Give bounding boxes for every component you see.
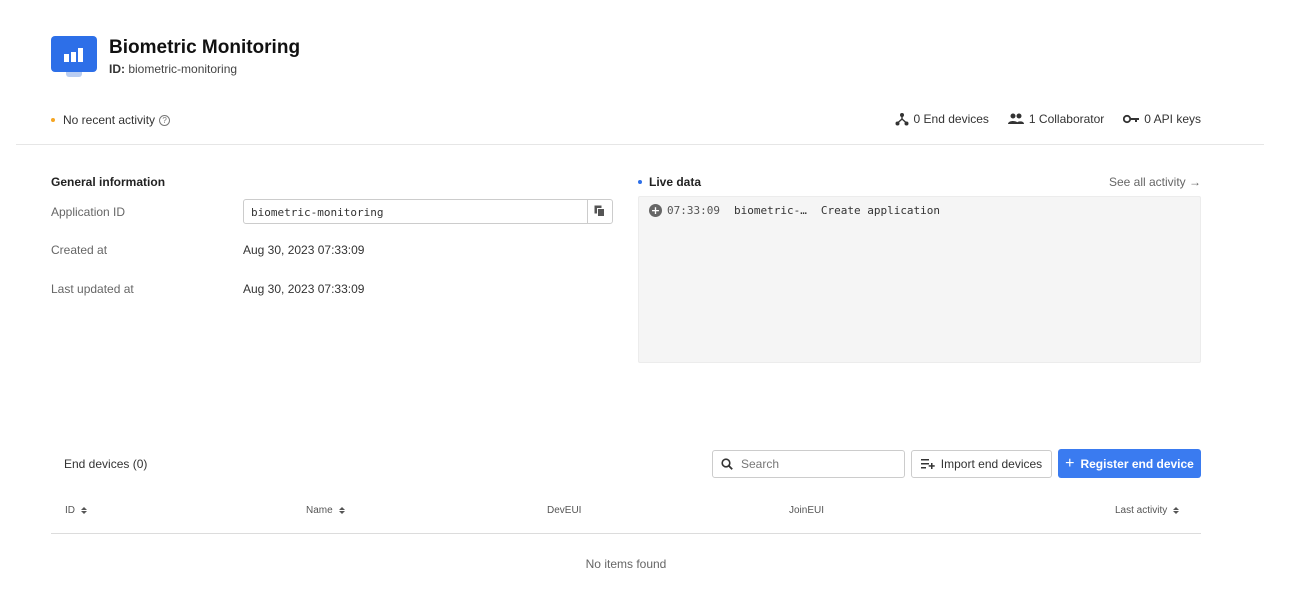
app-id: ID: biometric-monitoring: [109, 62, 300, 76]
event-time: 07:33:09: [667, 204, 720, 217]
live-data-label: Live data: [649, 175, 702, 189]
app-id-field-value[interactable]: biometric-monitoring: [244, 200, 587, 223]
key-icon: [1123, 114, 1140, 124]
live-data-title: Live data: [638, 175, 701, 189]
search-input[interactable]: [741, 457, 891, 471]
copy-icon: [594, 205, 605, 217]
app-header: Biometric Monitoring ID: biometric-monit…: [51, 36, 300, 80]
register-end-device-button[interactable]: + Register end device: [1058, 449, 1201, 478]
search-icon: [721, 458, 733, 470]
event-row[interactable]: + 07:33:09 biometric-… Create applicatio…: [649, 204, 940, 217]
general-info-title: General information: [51, 175, 166, 189]
import-label: Import end devices: [940, 457, 1043, 471]
created-at-label: Created at: [51, 243, 108, 257]
application-icon: [51, 36, 97, 78]
live-data-panel: + 07:33:09 biometric-… Create applicatio…: [638, 196, 1201, 363]
devices-icon: [895, 113, 909, 126]
sort-icon: [338, 507, 345, 514]
activity-status: No recent activity ?: [51, 113, 171, 127]
copy-button[interactable]: [587, 200, 612, 223]
column-header-name[interactable]: Name: [306, 505, 345, 516]
app-id-value: biometric-monitoring: [128, 62, 238, 76]
activity-text: No recent activity: [63, 113, 156, 127]
app-id-label: ID:: [109, 62, 125, 76]
api-keys-count: 0 API keys: [1144, 112, 1201, 126]
empty-state: No items found: [585, 557, 667, 571]
sort-icon: [1173, 507, 1180, 514]
activity-dot-icon: [51, 118, 55, 122]
sort-icon: [81, 507, 87, 514]
column-header-id[interactable]: ID: [65, 505, 87, 516]
event-action: Create application: [820, 204, 941, 217]
page-title: Biometric Monitoring: [109, 37, 301, 58]
column-header-deveui: DevEUI: [547, 505, 582, 516]
end-devices-title: End devices (0): [64, 457, 148, 471]
collaborators-link[interactable]: 1 Collaborator: [1007, 112, 1105, 126]
app-id-field-label: Application ID: [51, 205, 126, 219]
people-icon: [1007, 113, 1024, 124]
app-stats: 0 End devices 1 Collaborator 0 API keys: [895, 112, 1201, 126]
import-end-devices-button[interactable]: Import end devices: [911, 450, 1052, 478]
api-keys-link[interactable]: 0 API keys: [1123, 112, 1201, 126]
end-devices-link[interactable]: 0 End devices: [895, 112, 989, 126]
help-icon[interactable]: ?: [159, 114, 171, 126]
see-all-activity-link[interactable]: See all activity →: [1109, 175, 1201, 189]
column-header-joineui: JoinEUI: [789, 505, 825, 516]
register-label: Register end device: [1080, 456, 1194, 471]
live-dot-icon: [638, 180, 642, 184]
table-divider: [51, 533, 1201, 534]
plus-icon: +: [1065, 454, 1075, 472]
updated-at-value: Aug 30, 2023 07:33:09: [243, 282, 365, 296]
end-devices-count: 0 End devices: [913, 112, 989, 126]
updated-at-label: Last updated at: [51, 282, 134, 296]
search-box[interactable]: [712, 450, 905, 478]
playlist-add-icon: [920, 459, 935, 469]
collaborators-count: 1 Collaborator: [1028, 112, 1105, 126]
column-header-last-activity[interactable]: Last activity: [1115, 505, 1180, 516]
created-at-value: Aug 30, 2023 07:33:09: [243, 243, 365, 257]
event-entity: biometric-…: [733, 204, 807, 217]
app-id-field: biometric-monitoring: [243, 199, 613, 224]
status-bar: No recent activity ? 0 End devices 1 Col…: [16, 106, 1264, 145]
create-event-icon: +: [649, 204, 662, 217]
